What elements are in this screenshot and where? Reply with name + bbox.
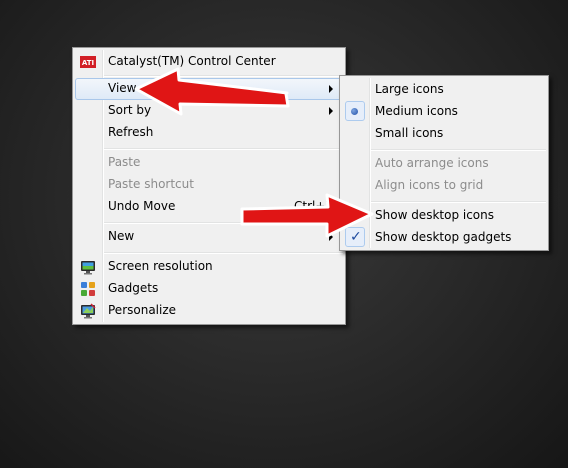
menu-item-gadgets[interactable]: Gadgets [75, 278, 343, 300]
ati-logo-icon: ATI [80, 54, 96, 70]
menu-item-label: Refresh [108, 125, 154, 139]
menu-item-new[interactable]: New [75, 226, 343, 248]
menu-item-label: Auto arrange icons [375, 156, 489, 170]
menu-item-label: Gadgets [108, 281, 159, 295]
submenu-item-show-desktop-icons[interactable]: Show desktop icons [342, 205, 546, 227]
menu-item-label: View [108, 81, 137, 95]
menu-item-personalize[interactable]: Personalize [75, 300, 343, 322]
submenu-item-show-desktop-gadgets[interactable]: ✓ Show desktop gadgets [342, 227, 546, 249]
menu-separator [104, 222, 343, 224]
menu-item-undo-move[interactable]: Undo Move Ctrl+Z [75, 196, 343, 218]
submenu-arrow-icon [329, 85, 333, 93]
menu-item-label: Align icons to grid [375, 178, 484, 192]
radio-bullet-icon [351, 108, 358, 115]
submenu-arrow-icon [329, 233, 333, 241]
menu-item-screen-resolution[interactable]: Screen resolution [75, 256, 343, 278]
menu-item-label: Screen resolution [108, 259, 213, 273]
menu-item-label: Personalize [108, 303, 177, 317]
submenu-item-large-icons[interactable]: Large icons [342, 79, 546, 101]
menu-separator [104, 148, 343, 150]
menu-item-label: Sort by [108, 103, 152, 117]
gadgets-icon [80, 281, 96, 297]
menu-item-shortcut: Ctrl+Z [294, 199, 334, 213]
menu-item-label: Paste [108, 155, 141, 169]
menu-item-label: Catalyst(TM) Control Center [108, 54, 276, 68]
submenu-item-small-icons[interactable]: Small icons [342, 123, 546, 145]
menu-item-paste[interactable]: Paste [75, 152, 343, 174]
menu-item-label: New [108, 229, 135, 243]
menu-separator [104, 252, 343, 254]
menu-item-paste-shortcut[interactable]: Paste shortcut [75, 174, 343, 196]
menu-item-label: Show desktop icons [375, 208, 495, 222]
checkmark-icon: ✓ [350, 229, 362, 245]
menu-item-sort-by[interactable]: Sort by [75, 100, 343, 122]
menu-item-catalyst-control-center[interactable]: ATI Catalyst(TM) Control Center [75, 51, 343, 73]
desktop-context-menu: ATI Catalyst(TM) Control Center View Sor… [72, 47, 346, 325]
menu-separator [104, 75, 343, 77]
view-submenu: Large icons Medium icons Small icons Aut… [339, 75, 549, 251]
submenu-item-auto-arrange-icons[interactable]: Auto arrange icons [342, 153, 546, 175]
menu-separator [371, 201, 546, 203]
menu-item-label: Large icons [375, 82, 444, 96]
submenu-item-medium-icons[interactable]: Medium icons [342, 101, 546, 123]
personalize-icon [80, 303, 96, 319]
menu-item-view[interactable]: View [75, 78, 343, 100]
monitor-icon [80, 259, 96, 275]
menu-item-refresh[interactable]: Refresh [75, 122, 343, 144]
menu-item-label: Small icons [375, 126, 444, 140]
svg-text:ATI: ATI [82, 59, 94, 67]
menu-item-label: Show desktop gadgets [375, 230, 512, 244]
submenu-item-align-icons-to-grid[interactable]: Align icons to grid [342, 175, 546, 197]
menu-item-label: Paste shortcut [108, 177, 194, 191]
menu-item-label: Medium icons [375, 104, 458, 118]
submenu-arrow-icon [329, 107, 333, 115]
menu-separator [371, 149, 546, 151]
menu-item-label: Undo Move [108, 199, 176, 213]
